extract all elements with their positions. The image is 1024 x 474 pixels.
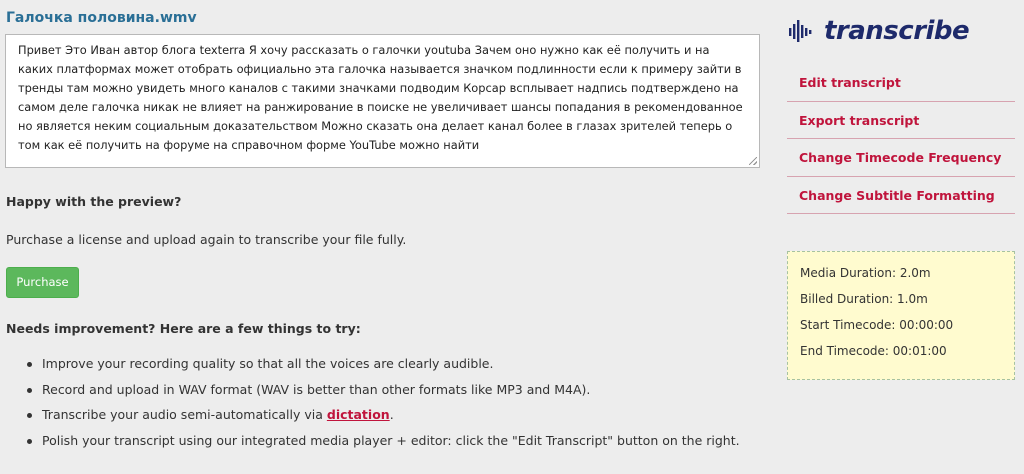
tip-item: Polish your transcript using our integra… (24, 433, 740, 459)
change-subtitle-formatting-link[interactable]: Change Subtitle Formatting (787, 177, 1015, 214)
purchase-button[interactable]: Purchase (6, 267, 79, 298)
tip-text: Transcribe your audio semi-automatically… (42, 407, 327, 422)
side-menu: Edit transcript Export transcript Change… (787, 64, 1015, 214)
purchase-instructions: Purchase a license and upload again to t… (6, 232, 407, 247)
tip-text: Record and upload in WAV format (WAV is … (42, 381, 591, 397)
happy-heading: Happy with the preview? (6, 194, 182, 209)
brand-name: transcribe (824, 16, 970, 46)
media-duration: Media Duration: 2.0m (800, 266, 931, 280)
file-title: Галочка половина.wmv (6, 10, 197, 26)
bullet-icon (27, 387, 32, 393)
bullet-icon (27, 362, 32, 367)
waveform-icon (789, 20, 812, 42)
transcript-textarea[interactable]: Привет Это Иван автор блога texterra Я х… (5, 34, 760, 168)
bullet-icon (27, 438, 32, 444)
tip-text: . (389, 407, 394, 422)
billed-duration: Billed Duration: 1.0m (800, 292, 928, 306)
tip-item: Transcribe your audio semi-automatically… (24, 407, 740, 433)
transcript-text: Привет Это Иван автор блога texterra Я х… (18, 43, 743, 152)
tip-item: Improve your recording quality so that a… (24, 356, 740, 382)
tips-list: Improve your recording quality so that a… (24, 356, 740, 458)
resize-handle[interactable] (749, 157, 757, 165)
end-timecode: End Timecode: 00:01:00 (800, 344, 947, 358)
brand-logo[interactable]: transcribe (788, 16, 970, 46)
media-info-box: Media Duration: 2.0m Billed Duration: 1.… (787, 251, 1015, 380)
start-timecode: Start Timecode: 00:00:00 (800, 318, 954, 332)
export-transcript-link[interactable]: Export transcript (787, 102, 1015, 139)
improvement-heading: Needs improvement? Here are a few things… (6, 321, 361, 336)
change-timecode-frequency-link[interactable]: Change Timecode Frequency (787, 139, 1015, 177)
tip-text: Improve your recording quality so that a… (42, 356, 494, 371)
edit-transcript-link[interactable]: Edit transcript (787, 64, 1015, 102)
bullet-icon (27, 413, 32, 418)
tip-item: Record and upload in WAV format (WAV is … (24, 382, 740, 408)
tip-text: Polish your transcript using our integra… (42, 432, 740, 448)
dictation-link[interactable]: dictation (327, 407, 390, 422)
